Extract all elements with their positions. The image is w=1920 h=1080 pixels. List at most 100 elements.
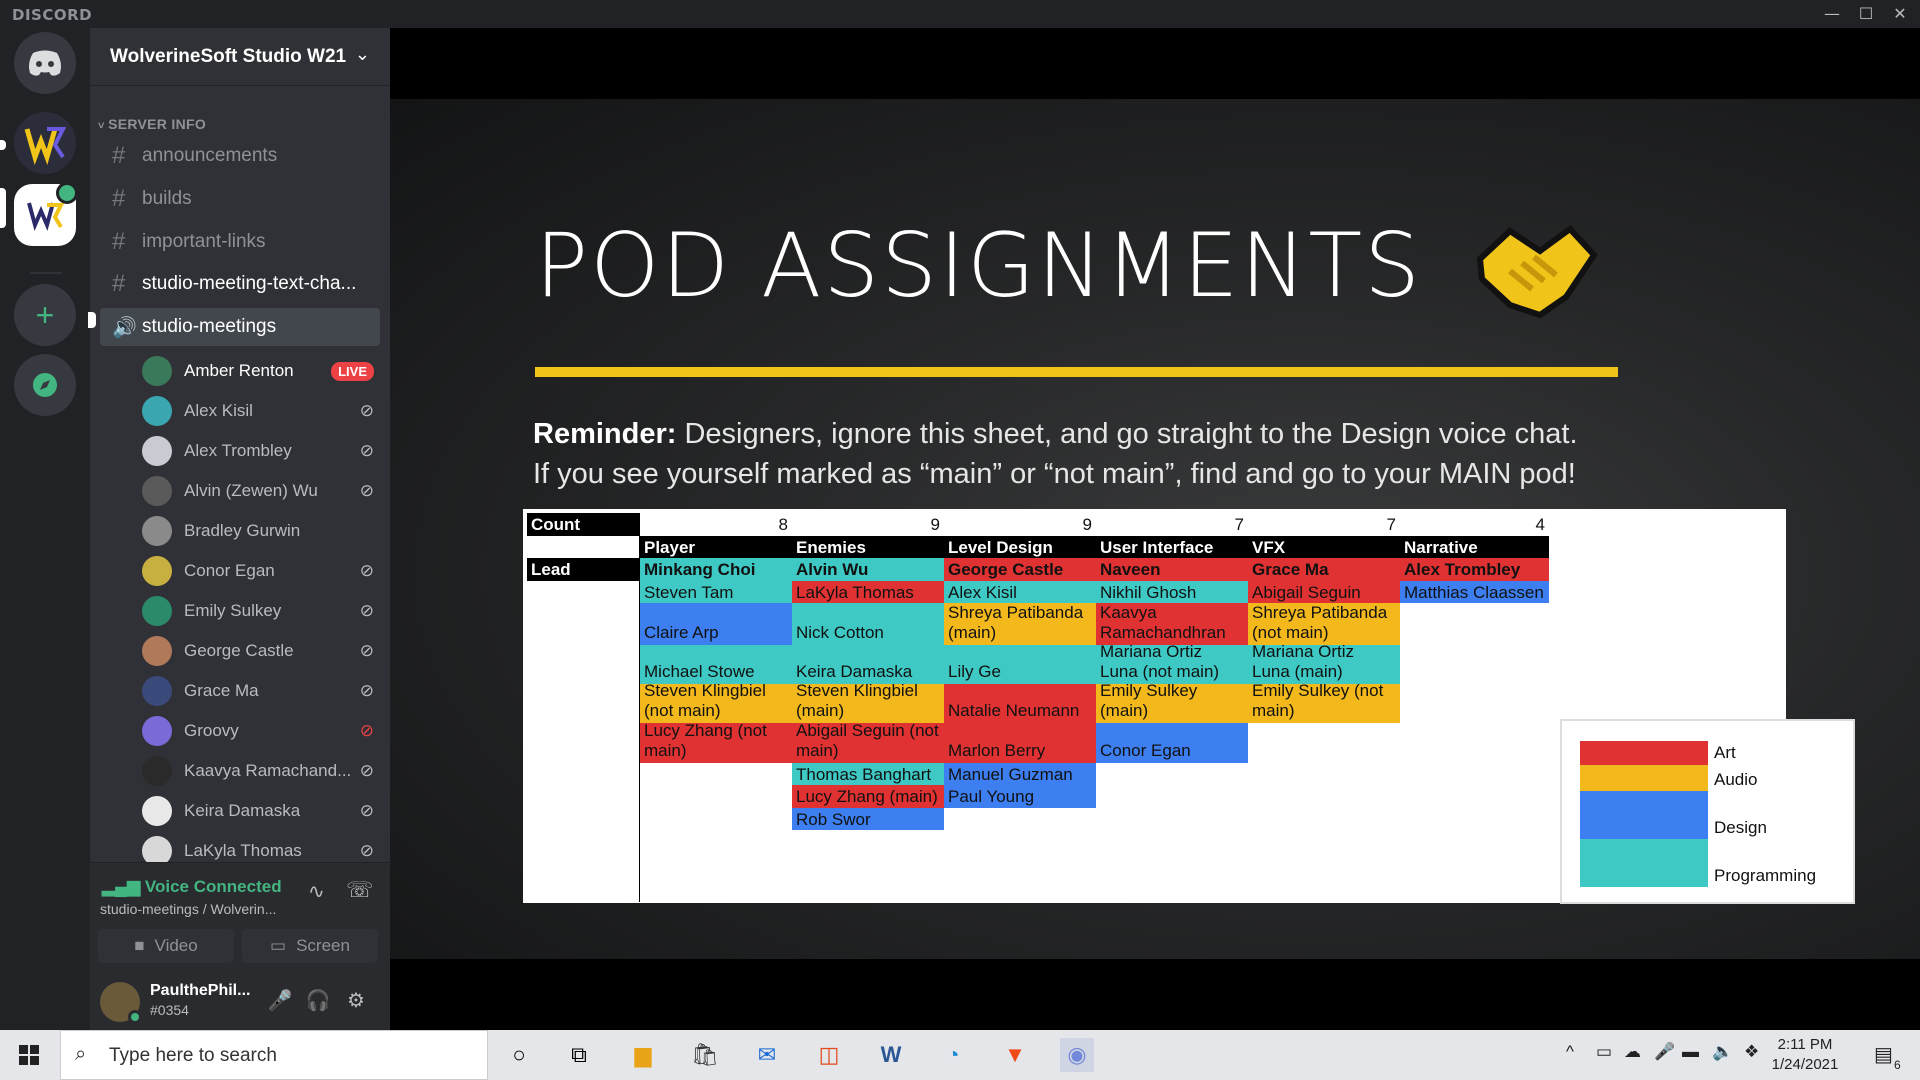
voice-user[interactable]: Emily Sulkey ⊘ [142,593,380,629]
onedrive-icon[interactable]: ☁ [1624,1042,1641,1062]
voice-user[interactable]: Keira Damaska ⊘ [142,793,380,829]
signal-icon: ▂▄▆ [102,877,145,896]
category-server-info[interactable]: ˅ SERVER INFO [98,116,206,132]
channel-studio-meeting-text-chat[interactable]: # studio-meeting-text-cha... [100,265,380,303]
voice-user[interactable]: Alex Trombley ⊘ [142,433,380,469]
muted-mic-icon: ⊘ [359,761,374,780]
microphone-icon[interactable]: 🎤 [1654,1042,1675,1062]
sheet-cell: Abigail Seguin (main) [1248,581,1400,603]
office-icon[interactable]: ◫ [812,1038,846,1072]
voice-user[interactable]: Kaavya Ramachand... ⊘ [142,753,380,789]
server-header[interactable]: WolverineSoft Studio W21 ⌄ [90,28,390,86]
sheet-cell [1096,785,1248,808]
system-clock[interactable]: 2:11 PM 1/24/2021 [1760,1035,1850,1075]
sheet-cell: Matthias Claassen [1400,581,1549,603]
add-server-button[interactable]: + [14,284,76,346]
close-button[interactable]: ✕ [1888,4,1912,24]
channel-label: builds [142,188,192,209]
word-icon[interactable]: W [874,1038,908,1072]
stream-viewer[interactable]: POD ASSIGNMENTS Reminder: Designers, ign… [390,28,1920,1030]
voice-user[interactable]: Conor Egan ⊘ [142,553,380,589]
server-icon-wolverinesoft[interactable] [14,112,76,174]
legend-label-audio: Audio [1714,770,1758,789]
column-count: 4 [1400,513,1549,536]
channel-studio-meetings[interactable]: 🔊 studio-meetings [100,308,380,346]
maximize-button[interactable]: ☐ [1854,4,1878,24]
file-explorer-icon[interactable]: ▆ [626,1038,660,1072]
windows-taskbar: ⌕ Type here to search ○ ⧉ ▆ 🛍 ✉ ◫ W ◔ ▼ … [0,1030,1920,1080]
windows-start-icon[interactable] [12,1038,46,1072]
voice-user-name: George Castle [184,641,294,660]
column-header: Enemies [792,536,944,558]
voice-user[interactable]: Amber Renton LIVE [142,353,380,389]
avatar [142,716,172,746]
sheet-cell [1400,603,1549,645]
sheet-cell [944,808,1096,830]
legend-swatch-design [1580,791,1708,839]
store-icon[interactable]: 🛍 [688,1038,722,1072]
voice-user[interactable]: Grace Ma ⊘ [142,673,380,709]
notification-count: 6 [1894,1058,1901,1072]
column-count: 9 [792,513,944,536]
gear-icon[interactable]: ⚙ [342,988,370,1016]
voice-status[interactable]: ▂▄▆ Voice Connected [102,877,282,897]
battery-icon[interactable]: ▬ [1682,1042,1699,1062]
sheet-cell: Shreya Patibanda (main) [944,603,1096,645]
column-count: 7 [1096,513,1248,536]
taskbar-search-input[interactable]: ⌕ Type here to search [60,1030,488,1080]
voice-user-name: Bradley Gurwin [184,521,301,540]
channel-builds[interactable]: # builds [100,180,380,218]
disconnect-icon[interactable]: ☏ [346,877,374,903]
sheet-cell [640,808,792,830]
noise-suppression-icon[interactable]: ∿ [308,879,325,904]
legend-label-art: Art [1714,743,1736,762]
edge-icon[interactable]: ◔ [936,1038,970,1072]
home-button[interactable] [14,32,76,94]
sheet-cell: Steven Klingbiel (main) [792,684,944,723]
voice-user[interactable]: George Castle ⊘ [142,633,380,669]
explore-servers-button[interactable] [14,354,76,416]
sheet-cell: Marlon Berry [944,723,1096,763]
sheet-cell: Manuel Guzman [944,763,1096,785]
chevron-down-icon: ˅ [98,120,109,132]
video-button[interactable]: ■ Video [98,929,234,963]
channel-label: important-links [142,231,266,252]
dropbox-icon[interactable]: ❖ [1744,1042,1759,1062]
voice-user-name: Groovy [184,721,239,740]
avatar [142,556,172,586]
channel-announcements[interactable]: # announcements [100,137,380,175]
brave-icon[interactable]: ▼ [998,1038,1032,1072]
task-view-icon[interactable]: ⧉ [562,1038,596,1072]
online-status-icon [128,1010,142,1024]
wolverinesoft-logo-icon [24,127,67,165]
sheet-cell: Lucy Zhang (main) [792,785,944,808]
sheet-cell [1400,785,1549,808]
speaker-icon: 🔊 [112,316,137,339]
clock-time: 2:11 PM [1777,1036,1833,1053]
voice-user[interactable]: Bradley Gurwin [142,513,380,549]
sheet-cell: Alex Kisil [944,581,1096,603]
mute-mic-icon[interactable]: 🎤 [266,988,294,1016]
voice-user[interactable]: Groovy ⊘ [142,713,380,749]
sheet-cell: Steven Klingbiel (not main) [640,684,792,723]
voice-user[interactable]: Alvin (Zewen) Wu ⊘ [142,473,380,509]
column-count: 8 [640,513,792,536]
screen-share-button[interactable]: ▭ Screen [242,929,378,963]
volume-icon[interactable]: 🔈 [1712,1042,1733,1062]
voice-user-name: Alex Kisil [184,401,253,420]
notifications-icon[interactable]: ▤ [1874,1042,1893,1067]
headphones-icon[interactable]: 🎧 [304,988,332,1016]
sheet-cell [1248,763,1400,785]
avatar [142,636,172,666]
channel-important-links[interactable]: # important-links [100,223,380,261]
voice-user[interactable]: Alex Kisil ⊘ [142,393,380,429]
tray-overflow-icon[interactable]: ^ [1566,1042,1574,1062]
mail-icon[interactable]: ✉ [750,1038,784,1072]
sheet-cell: Shreya Patibanda (not main) [1248,603,1400,645]
server-icon-studio-w21[interactable] [14,182,78,246]
minimize-button[interactable]: — [1820,4,1844,24]
meet-now-icon[interactable]: ▭ [1596,1042,1612,1062]
cortana-icon[interactable]: ○ [502,1038,536,1072]
avatar [142,516,172,546]
discord-taskbar-icon[interactable]: ◉ [1060,1038,1094,1072]
